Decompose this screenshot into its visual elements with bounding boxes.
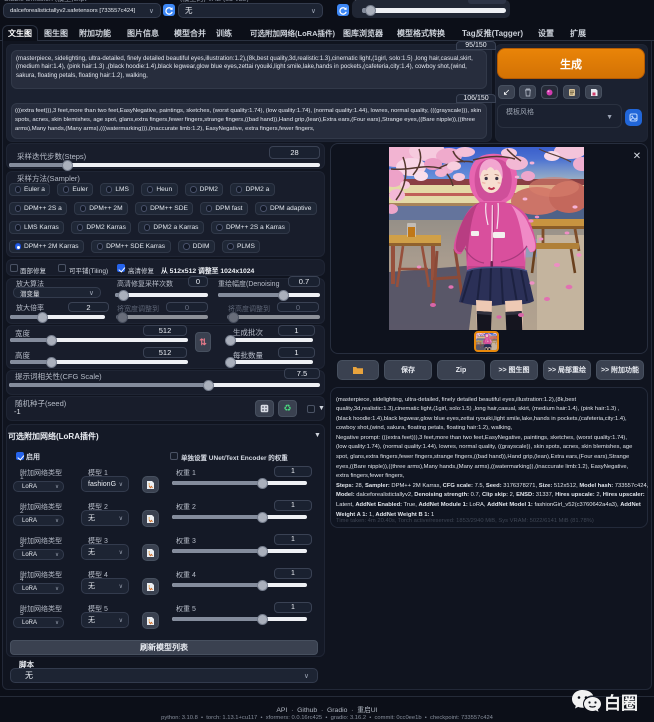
svg-text:白圈: 白圈 xyxy=(604,693,638,713)
